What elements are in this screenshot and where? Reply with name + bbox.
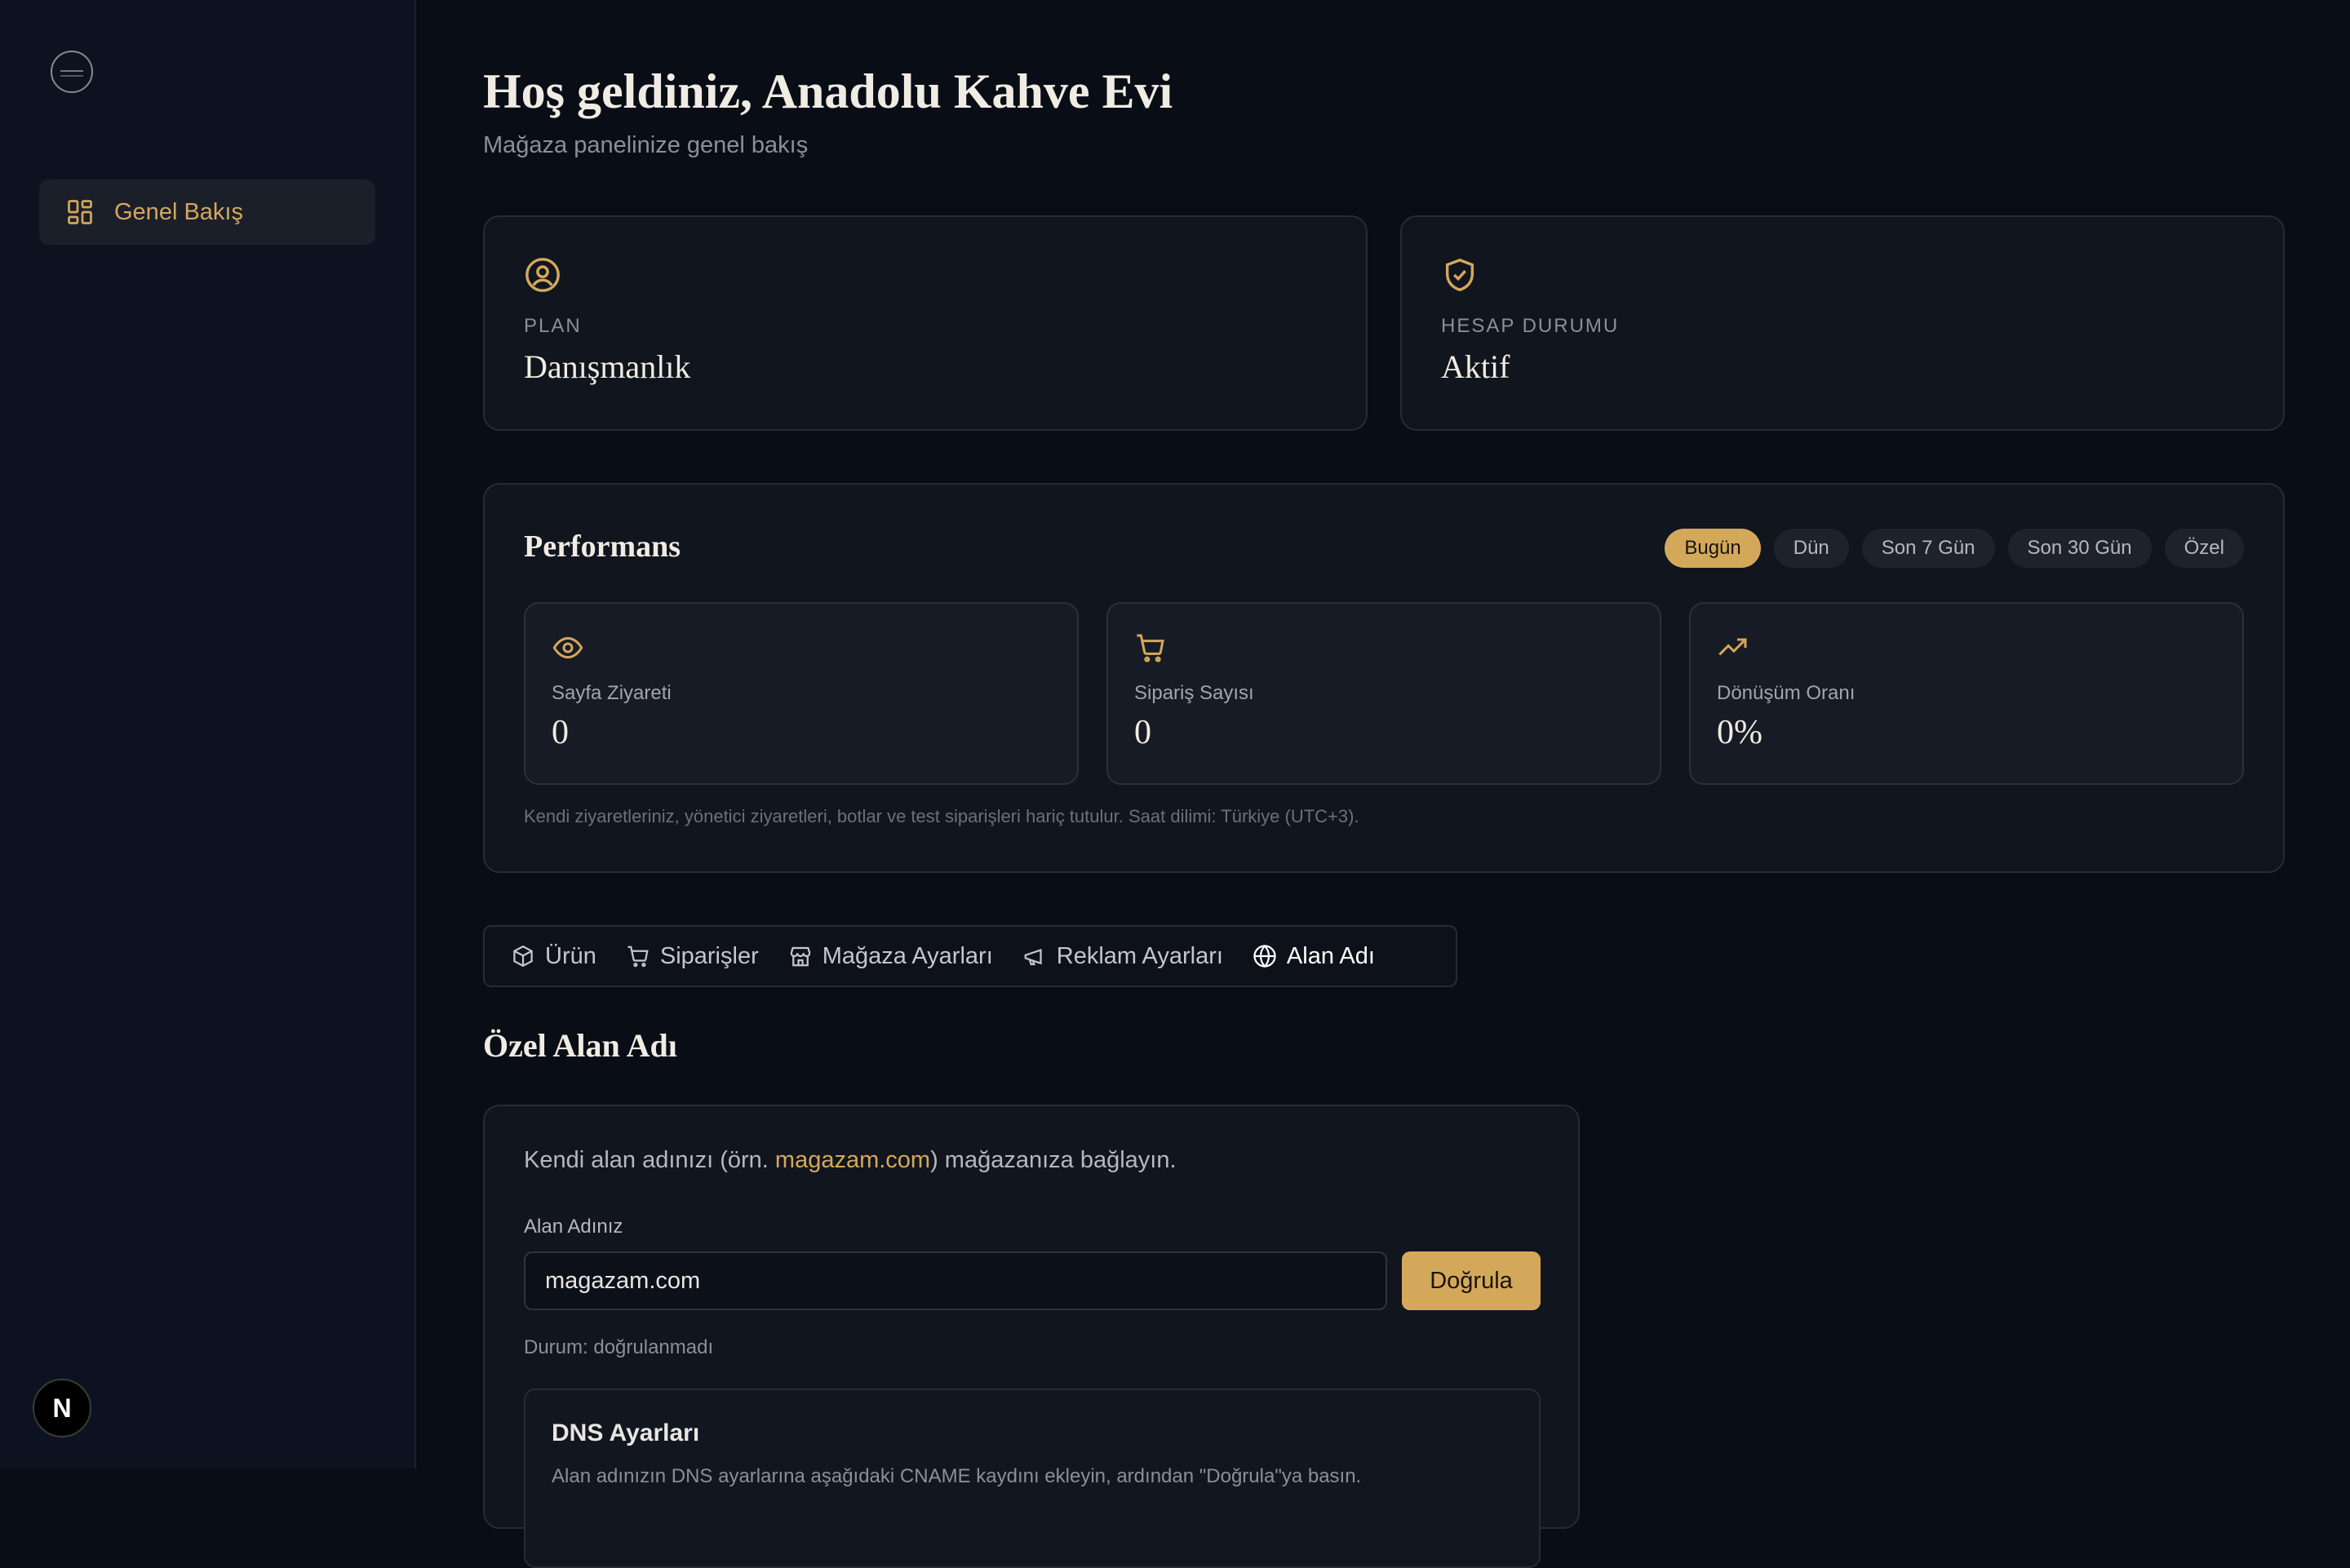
- tab-bar: Ürün Siparişler Mağaza Ayarları Reklam A…: [483, 925, 1457, 987]
- tab-products[interactable]: Ürün: [496, 932, 611, 981]
- dashboard-icon: [68, 200, 92, 224]
- plan-label: PLAN: [524, 315, 582, 337]
- tab-store-settings[interactable]: Mağaza Ayarları: [774, 932, 1008, 981]
- account-status-card: HESAP DURUMU Aktif: [1400, 215, 2285, 431]
- metric-conversion-rate: Dönüşüm Oranı 0%: [1689, 602, 2244, 785]
- next-badge-icon[interactable]: N: [33, 1379, 91, 1437]
- page-title: Hoş geldiniz, Anadolu Kahve Evi: [483, 64, 1173, 118]
- metric-value: 0: [552, 714, 569, 751]
- plan-value: Danışmanlık: [524, 348, 691, 385]
- trending-up-icon: [1718, 638, 1747, 656]
- intro-example-domain: magazam.com: [774, 1147, 931, 1173]
- range-yesterday-button[interactable]: Dün: [1773, 529, 1849, 568]
- package-icon: [513, 945, 533, 968]
- dns-title: DNS Ayarları: [552, 1420, 700, 1446]
- plan-card: PLAN Danışmanlık: [483, 215, 1368, 431]
- metric-order-count: Sipariş Sayısı 0: [1106, 602, 1661, 785]
- verify-button[interactable]: Doğrula: [1402, 1251, 1541, 1310]
- sidebar-item-overview[interactable]: Genel Bakış: [39, 179, 375, 245]
- dns-settings-box: DNS Ayarları Alan adınızın DNS ayarların…: [524, 1389, 1541, 1568]
- tab-domain[interactable]: Alan Adı: [1238, 932, 1390, 981]
- sidebar: Genel Bakış N: [0, 0, 416, 1468]
- page-subtitle: Mağaza panelinize genel bakış: [483, 132, 809, 158]
- domain-field-label: Alan Adınız: [524, 1216, 623, 1238]
- cart-icon: [627, 946, 649, 968]
- range-custom-button[interactable]: Özel: [2164, 529, 2244, 568]
- domain-status: Durum: doğrulanmadı: [524, 1336, 714, 1358]
- tab-ad-settings[interactable]: Reklam Ayarları: [1008, 932, 1238, 981]
- tab-label: Mağaza Ayarları: [822, 942, 993, 969]
- range-selector: Bugün Dün Son 7 Gün Son 30 Gün Özel: [1665, 529, 2244, 568]
- tab-label: Reklam Ayarları: [1056, 942, 1223, 969]
- performance-title: Performans: [524, 529, 681, 564]
- metric-label: Sipariş Sayısı: [1134, 682, 1254, 704]
- tab-label: Alan Adı: [1286, 942, 1375, 969]
- metric-label: Sayfa Ziyareti: [552, 682, 672, 704]
- shield-check-icon: [1445, 258, 1474, 292]
- account-status-label: HESAP DURUMU: [1441, 315, 1620, 337]
- custom-domain-card: Kendi alan adınızı (örn. magazam.com) ma…: [483, 1105, 1580, 1568]
- cart-icon: [1137, 634, 1164, 662]
- range-today-button[interactable]: Bugün: [1665, 529, 1761, 568]
- intro-text-end: ) mağazanıza bağlayın.: [930, 1147, 1177, 1173]
- next-badge-letter: N: [52, 1393, 72, 1423]
- eye-icon: [552, 636, 583, 659]
- intro-text: Kendi alan adınızı (örn.: [524, 1147, 775, 1173]
- dns-description: Alan adınızın DNS ayarlarına aşağıdaki C…: [552, 1465, 1362, 1487]
- range-30-days-button[interactable]: Son 30 Gün: [2007, 529, 2152, 568]
- domain-intro: Kendi alan adınızı (örn. magazam.com) ma…: [524, 1147, 1177, 1174]
- section-title: Özel Alan Adı: [483, 1027, 677, 1064]
- metric-label: Dönüşüm Oranı: [1717, 682, 1856, 704]
- logo-icon[interactable]: [51, 51, 93, 93]
- tab-label: Ürün: [545, 942, 596, 969]
- domain-input[interactable]: [524, 1251, 1387, 1310]
- user-circle-icon: [525, 258, 560, 292]
- account-status-value: Aktif: [1441, 348, 1510, 385]
- range-7-days-button[interactable]: Son 7 Gün: [1861, 529, 1995, 568]
- tab-orders[interactable]: Siparişler: [611, 932, 774, 981]
- performance-note: Kendi ziyaretleriniz, yönetici ziyaretle…: [524, 806, 1359, 826]
- sidebar-item-label: Genel Bakış: [114, 198, 243, 225]
- megaphone-icon: [1024, 948, 1042, 966]
- metric-value: 0: [1134, 714, 1151, 751]
- globe-icon: [1253, 944, 1276, 968]
- metric-page-visits: Sayfa Ziyareti 0: [524, 602, 1079, 785]
- store-icon: [790, 946, 811, 967]
- tab-label: Siparişler: [659, 942, 759, 969]
- performance-panel: Performans Bugün Dün Son 7 Gün Son 30 Gü…: [483, 483, 2285, 873]
- metric-value: 0%: [1717, 714, 1762, 751]
